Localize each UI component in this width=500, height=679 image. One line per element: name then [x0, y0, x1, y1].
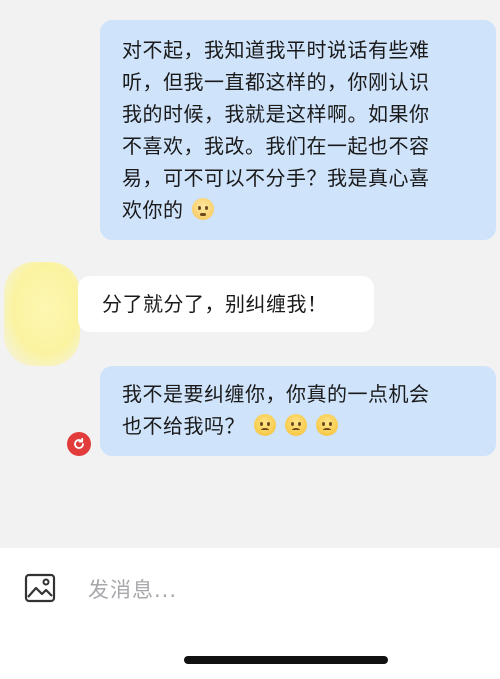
message-line: 不喜欢，我改。我们在一起也不容	[122, 134, 430, 158]
message-line: 也不给我吗？	[122, 410, 478, 442]
message-line: 欢你的	[122, 194, 478, 226]
message-line: 对不起，我知道我平时说话有些难	[122, 38, 430, 62]
message-line-text: 欢你的	[122, 198, 184, 222]
contact-avatar[interactable]	[4, 262, 80, 366]
home-indicator[interactable]	[184, 656, 388, 664]
message-bubble-incoming[interactable]: 分了就分了，别纠缠我！	[78, 276, 374, 332]
message-bubble-outgoing[interactable]: 我不是要纠缠你，你真的一点机会 也不给我吗？	[100, 366, 496, 456]
message-line: 我不是要纠缠你，你真的一点机会	[122, 382, 430, 406]
image-glyph	[24, 573, 56, 603]
input-bar	[0, 548, 500, 628]
message-line: 听，但我一直都这样的，你刚认识	[122, 70, 430, 94]
message-line: 易，可不可以不分手？我是真心喜	[122, 166, 430, 190]
flushed-face-icon	[192, 198, 215, 220]
frowning-face-icon	[315, 414, 338, 436]
message-line: 分了就分了，别纠缠我！	[102, 292, 328, 316]
message-line: 我的时候，我就是这样啊。如果你	[122, 102, 430, 126]
frowning-face-icon	[284, 414, 307, 436]
message-line-text: 也不给我吗？	[122, 414, 245, 438]
message-bubble-outgoing[interactable]: 对不起，我知道我平时说话有些难 听，但我一直都这样的，你刚认识 我的时候，我就是…	[100, 20, 496, 240]
message-input[interactable]: 发消息...	[88, 574, 177, 604]
image-icon[interactable]	[24, 572, 56, 608]
frowning-face-icon	[253, 414, 276, 436]
refresh-glyph	[74, 437, 84, 449]
retry-icon[interactable]	[67, 432, 91, 456]
chat-area: 对不起，我知道我平时说话有些难 听，但我一直都这样的，你刚认识 我的时候，我就是…	[0, 0, 500, 548]
